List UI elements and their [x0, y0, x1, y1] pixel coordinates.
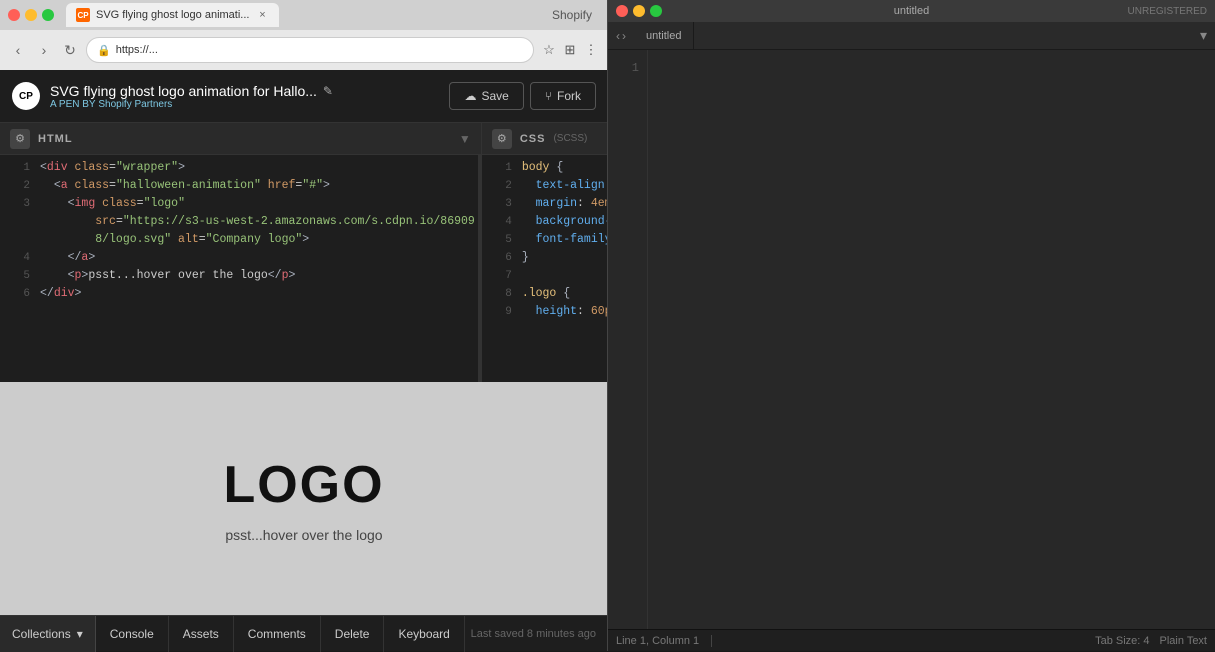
pen-author: A PEN BY Shopify Partners	[50, 99, 333, 110]
preview-logo: LOGO	[223, 455, 384, 515]
cloud-icon: ☁	[464, 89, 476, 103]
html-panel-title: HTML	[38, 133, 73, 145]
browser-addressbar: ‹ › ↻ 🔒 https://... ☆ ⊞ ⋮	[0, 30, 608, 70]
close-button[interactable]	[8, 9, 20, 21]
editor-nav-arrows: ‹ ›	[608, 29, 634, 43]
edit-title-icon[interactable]: ✎	[323, 84, 333, 98]
minimize-button[interactable]	[25, 9, 37, 21]
css-panel-lang: (SCSS)	[553, 133, 587, 144]
code-line: 4 </a>	[0, 249, 481, 267]
maximize-button[interactable]	[42, 9, 54, 21]
browser-tab-bar: CP SVG flying ghost logo animati... × Sh…	[0, 0, 608, 30]
code-line: 3 <img class="logo" src="https://s3-us-w…	[0, 195, 481, 249]
console-button[interactable]: Console	[96, 616, 169, 652]
editor-tab-bar: ‹ › untitled ▾	[608, 22, 1215, 50]
editor-minimize-button[interactable]	[633, 5, 645, 17]
html-panel-chevron[interactable]: ▼	[459, 132, 471, 146]
keyboard-button[interactable]: Keyboard	[384, 616, 464, 652]
window-controls	[8, 9, 54, 21]
editor-code-area[interactable]	[648, 50, 1215, 629]
code-panels: ⚙ HTML ▼ 1 <div class="wrapper"> 2 <a cl…	[0, 122, 608, 382]
pen-title-area: SVG flying ghost logo animation for Hall…	[50, 83, 333, 110]
editor-maximize-button[interactable]	[650, 5, 662, 17]
shopify-label: Shopify	[552, 8, 600, 22]
plain-text-label: Plain Text	[1160, 635, 1208, 647]
editor-unregistered-label: UNREGISTERED	[1128, 6, 1207, 17]
address-bar[interactable]: 🔒 https://...	[86, 37, 534, 63]
assets-button[interactable]: Assets	[169, 616, 234, 652]
collections-chevron: ▾	[77, 627, 83, 641]
bookmark-icon[interactable]: ☆	[540, 41, 558, 59]
url-text: https://...	[116, 44, 158, 56]
editor-window-controls	[616, 5, 662, 17]
cursor-position: Line 1, Column 1	[616, 635, 699, 647]
code-line: 6 </div>	[0, 285, 481, 303]
editor-statusbar: Line 1, Column 1 Tab Size: 4 Plain Text	[608, 629, 1215, 651]
comments-button[interactable]: Comments	[234, 616, 321, 652]
editor-titlebar: untitled UNREGISTERED	[608, 0, 1215, 22]
pen-actions: ☁ Save ⑂ Fork	[449, 82, 596, 110]
lock-icon: 🔒	[97, 44, 111, 57]
tab-favicon: CP	[76, 8, 90, 22]
collections-label: Collections	[12, 627, 71, 641]
tab-left-arrow[interactable]: ‹	[616, 29, 620, 43]
code-line: 1 <div class="wrapper">	[0, 159, 481, 177]
codepen-header: CP SVG flying ghost logo animation for H…	[0, 70, 608, 122]
html-code-scroll[interactable]: 1 <div class="wrapper"> 2 <a class="hall…	[0, 155, 481, 382]
extensions-icon[interactable]: ⊞	[561, 41, 579, 59]
refresh-button[interactable]: ↻	[60, 40, 80, 60]
tab-title: SVG flying ghost logo animati...	[96, 9, 249, 21]
collections-dropdown[interactable]: Collections ▾	[0, 616, 96, 652]
delete-button[interactable]: Delete	[321, 616, 385, 652]
pen-title: SVG flying ghost logo animation for Hall…	[50, 83, 333, 99]
save-status: Last saved 8 minutes ago	[471, 628, 608, 640]
tab-close-button[interactable]: ×	[255, 8, 269, 22]
preview-hint: psst...hover over the logo	[225, 527, 382, 543]
code-line: 5 <p>psst...hover over the logo</p>	[0, 267, 481, 285]
html-panel-header: ⚙ HTML ▼	[0, 123, 481, 155]
menu-icon[interactable]: ⋮	[582, 41, 600, 59]
editor-tab-label: untitled	[646, 30, 681, 42]
back-button[interactable]: ‹	[8, 40, 28, 60]
css-panel-title: CSS	[520, 133, 546, 145]
active-tab[interactable]: CP SVG flying ghost logo animati... ×	[66, 3, 279, 27]
fork-icon: ⑂	[545, 89, 552, 103]
toolbar-icons: ☆ ⊞ ⋮	[540, 41, 600, 59]
status-right: Tab Size: 4 Plain Text	[1095, 635, 1207, 647]
bottom-bar: Collections ▾ Console Assets Comments De…	[0, 615, 608, 651]
html-settings-icon[interactable]: ⚙	[10, 129, 30, 149]
status-position: Line 1, Column 1	[616, 635, 699, 647]
tab-size-label: Tab Size: 4	[1095, 635, 1149, 647]
code-line: 2 <a class="halloween-animation" href="#…	[0, 177, 481, 195]
editor-line-number: 1	[608, 58, 647, 78]
save-button[interactable]: ☁ Save	[449, 82, 523, 110]
editor-title: untitled	[894, 5, 929, 17]
editor-content[interactable]: 1	[608, 50, 1215, 629]
editor-tab-menu[interactable]: ▾	[1200, 27, 1215, 44]
browser-chrome: CP SVG flying ghost logo animati... × Sh…	[0, 0, 608, 70]
html-code-content: 1 <div class="wrapper"> 2 <a class="hall…	[0, 155, 481, 307]
forward-button[interactable]: ›	[34, 40, 54, 60]
editor-gutter: 1	[608, 50, 648, 629]
preview-area: LOGO psst...hover over the logo	[0, 382, 608, 615]
editor-close-button[interactable]	[616, 5, 628, 17]
codepen-logo: CP	[12, 82, 40, 110]
fork-button[interactable]: ⑂ Fork	[530, 82, 596, 110]
status-divider	[711, 635, 712, 647]
html-panel: ⚙ HTML ▼ 1 <div class="wrapper"> 2 <a cl…	[0, 123, 482, 382]
tab-right-arrow[interactable]: ›	[622, 29, 626, 43]
css-settings-icon[interactable]: ⚙	[492, 129, 512, 149]
editor-tab[interactable]: untitled	[634, 22, 694, 50]
